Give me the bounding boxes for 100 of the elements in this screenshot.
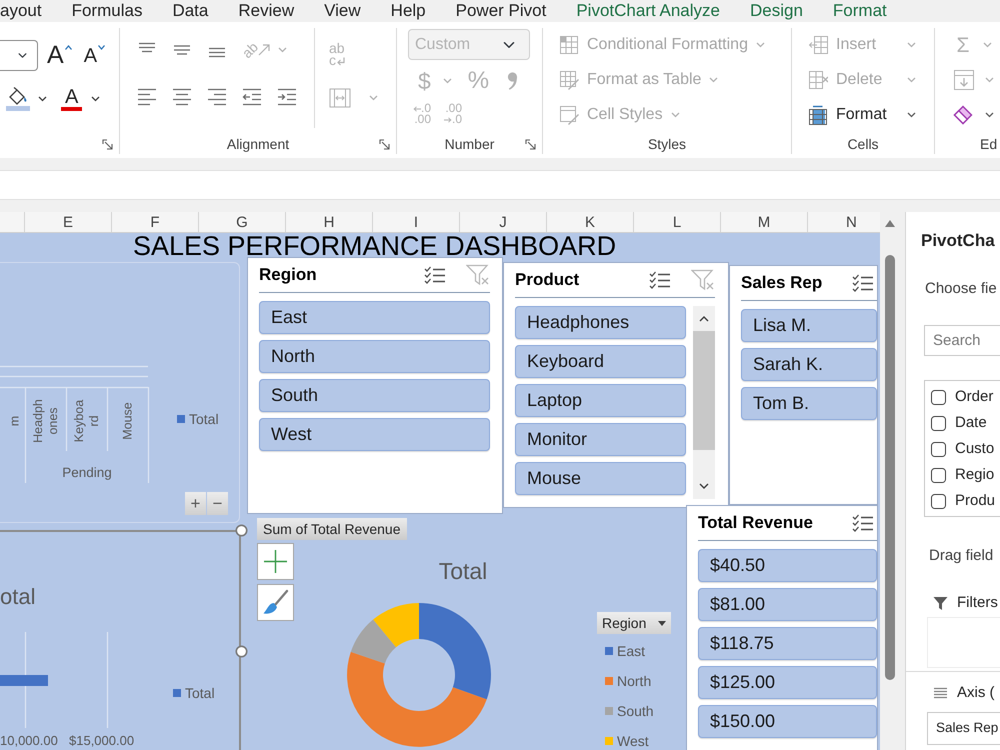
left-arrow-icon: [413, 106, 421, 112]
dashboard-title: SALES PERFORMANCE DASHBOARD: [133, 233, 616, 259]
caret-down-icon: [670, 112, 680, 118]
multi-select-icon[interactable]: [852, 514, 874, 532]
list-lines-icon: [933, 686, 948, 700]
paintbrush-icon[interactable]: [257, 584, 294, 621]
slicer-item[interactable]: Monitor: [515, 423, 686, 456]
resize-handle-icon[interactable]: [235, 524, 248, 537]
caret-down-icon[interactable]: [91, 96, 100, 102]
legend-label: North: [617, 673, 652, 689]
slicer-item[interactable]: $81.00: [698, 588, 877, 621]
field-label: Produ: [955, 490, 996, 511]
search-field[interactable]: Search: [924, 325, 1000, 356]
ribbon-tab[interactable]: Data: [172, 0, 208, 21]
slicer-item[interactable]: West: [259, 418, 490, 451]
align-right-icon[interactable]: [207, 88, 227, 106]
dialog-launcher-icon[interactable]: [379, 139, 390, 150]
legend-field-button[interactable]: Region: [597, 612, 672, 634]
dialog-launcher-icon[interactable]: [525, 139, 536, 150]
grid-x-icon: [808, 70, 828, 90]
multi-select-icon[interactable]: [424, 266, 446, 284]
slicer-item[interactable]: Laptop: [515, 384, 686, 417]
expand-button[interactable]: +: [185, 492, 206, 515]
legend-swatch-icon: [177, 415, 185, 423]
ribbon-button[interactable]: Format: [808, 101, 916, 129]
plus-icon[interactable]: [257, 543, 294, 580]
slicer-item[interactable]: North: [259, 340, 490, 373]
checkbox[interactable]: [931, 416, 946, 430]
chart-title: otal: [0, 584, 36, 610]
slicer-item[interactable]: Mouse: [515, 462, 686, 495]
column-header[interactable]: M: [720, 212, 807, 232]
ribbon-tab[interactable]: Formulas: [72, 0, 142, 21]
increase-indent-icon[interactable]: [277, 88, 297, 106]
checkbox[interactable]: [931, 494, 946, 508]
column-header[interactable]: I: [372, 212, 459, 232]
field-chip[interactable]: Sales Rep: [927, 712, 1000, 745]
axis-tick-label: 10,000.00: [0, 734, 58, 748]
slicer-item[interactable]: $118.75: [698, 627, 877, 660]
checkbox[interactable]: [931, 390, 946, 404]
resize-handle-icon[interactable]: [235, 645, 248, 658]
slicer-item[interactable]: $125.00: [698, 666, 877, 699]
slicer-item[interactable]: Headphones: [515, 306, 686, 339]
column-header[interactable]: J: [459, 212, 546, 232]
ribbon-tab[interactable]: Power Pivot: [456, 0, 546, 21]
font-color-button[interactable]: A: [61, 88, 82, 110]
slicer-item[interactable]: $40.50: [698, 549, 877, 582]
collapse-button[interactable]: −: [207, 492, 228, 515]
caret-down-icon[interactable]: [985, 112, 994, 118]
group-label: Alignment: [226, 135, 290, 154]
ribbon-tab[interactable]: ayout: [0, 0, 42, 21]
pane-title: PivotCha: [921, 232, 996, 250]
formula-bar-field[interactable]: [0, 170, 1000, 200]
legend-label: Total: [185, 685, 215, 701]
column-header[interactable]: H: [285, 212, 372, 232]
ribbon-tab[interactable]: Design: [750, 0, 803, 21]
multi-select-icon[interactable]: [852, 274, 874, 292]
ribbon-tab[interactable]: Help: [390, 0, 426, 21]
ribbon-tab[interactable]: Review: [238, 0, 294, 21]
decrease-indent-icon[interactable]: [242, 88, 262, 106]
field-button[interactable]: Sum of Total Revenue: [257, 518, 406, 540]
grid-icon: [808, 105, 828, 125]
slicer-title: Sales Rep: [741, 272, 822, 294]
shrink-font-button[interactable]: A: [84, 42, 106, 68]
group-label: Number: [444, 135, 494, 154]
multi-select-icon[interactable]: [649, 271, 671, 289]
paint-bucket-icon[interactable]: [6, 87, 30, 111]
grow-font-button[interactable]: A: [47, 42, 72, 68]
caret-down-icon: [709, 77, 718, 83]
ribbon-tab[interactable]: PivotChart Analyze: [576, 0, 720, 21]
caret-down-icon[interactable]: [38, 96, 47, 102]
slicer-item[interactable]: $150.00: [698, 705, 877, 738]
chevron-down-icon[interactable]: [699, 483, 709, 489]
ribbon-tab[interactable]: View: [324, 0, 361, 21]
funnel-icon: [933, 596, 948, 610]
table-grid-icon: [559, 35, 579, 55]
slicer-item[interactable]: Tom B.: [741, 387, 877, 420]
column-header[interactable]: G: [198, 212, 285, 232]
column-header[interactable]: F: [111, 212, 198, 232]
font-size-dropdown[interactable]: [0, 40, 38, 71]
align-center-icon[interactable]: [172, 88, 192, 106]
slicer-item[interactable]: East: [259, 301, 490, 334]
dialog-launcher-icon[interactable]: [102, 138, 113, 150]
slicer-item[interactable]: Keyboard: [515, 345, 686, 378]
slicer-item[interactable]: Lisa M.: [741, 309, 877, 342]
eraser-icon[interactable]: [953, 105, 973, 125]
scrollbar-thumb[interactable]: [693, 331, 715, 450]
column-header[interactable]: L: [633, 212, 720, 232]
scroll-up-arrow-icon[interactable]: [885, 220, 895, 227]
axis-label: m: [8, 416, 22, 426]
checkbox[interactable]: [931, 442, 946, 456]
scrollbar-thumb[interactable]: [885, 255, 895, 680]
align-left-icon[interactable]: [137, 88, 157, 106]
column-header[interactable]: E: [24, 212, 111, 232]
checkbox[interactable]: [931, 468, 946, 482]
column-header[interactable]: K: [546, 212, 633, 232]
chevron-up-icon[interactable]: [699, 316, 709, 322]
slicer-title: Region: [259, 264, 317, 286]
slicer-item[interactable]: Sarah K.: [741, 348, 877, 381]
slicer-item[interactable]: South: [259, 379, 490, 412]
ribbon-tab[interactable]: Format: [832, 0, 887, 21]
